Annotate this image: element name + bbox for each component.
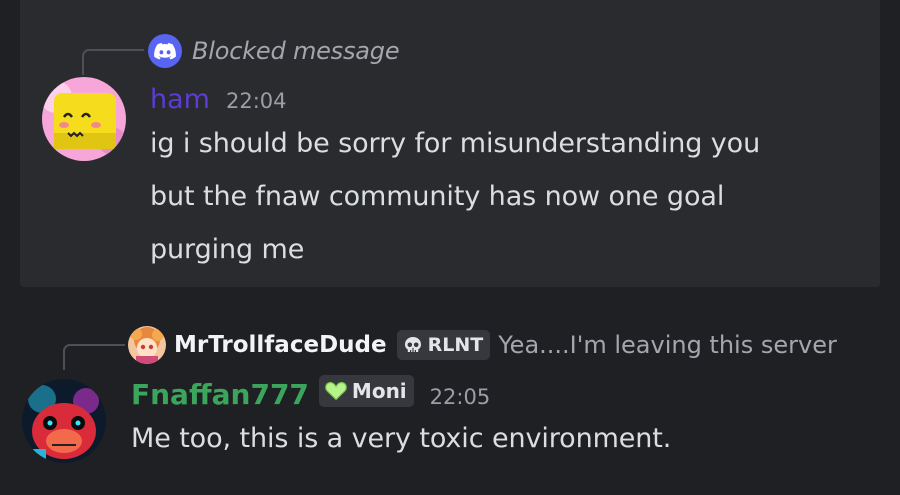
discord-logo-icon (148, 34, 182, 68)
avatar-ham[interactable] (42, 77, 126, 161)
reply-username[interactable]: MrTrollfaceDude (174, 332, 387, 358)
avatar-mrtrollfacedude (128, 326, 166, 364)
reply-connector (63, 344, 125, 370)
blocked-message-reply[interactable]: Blocked message (148, 31, 400, 71)
username-ham[interactable]: ham (150, 84, 210, 115)
message-text: Me too, this is a very toxic environment… (131, 423, 672, 454)
message-text-line-3: purging me (150, 234, 305, 265)
message-header: Fnaffan777 Moni 22:05 (131, 375, 491, 411)
message-header: ham 22:04 (150, 84, 287, 115)
reply-connector (82, 49, 144, 75)
guild-tag-label: RLNT (427, 334, 484, 356)
chat-view: Blocked message ham 22:04 ig i should be… (0, 0, 900, 495)
guild-tag-rlnt[interactable]: RLNT (396, 330, 491, 360)
timestamp: 22:05 (429, 385, 491, 409)
message-text-line-1: ig i should be sorry for misunderstandin… (150, 128, 761, 159)
message-text-line-2: but the fnaw community has now one goal (150, 181, 725, 212)
avatar-fnaffan777[interactable] (22, 379, 106, 463)
green-heart-icon (325, 381, 347, 401)
skull-icon (403, 336, 423, 354)
blocked-message-label: Blocked message (192, 37, 400, 65)
replied-message-preview[interactable]: MrTrollfaceDude RLNT Yea....I'm leaving … (128, 325, 837, 365)
reply-preview-text: Yea....I'm leaving this server (498, 331, 837, 359)
guild-tag-moni[interactable]: Moni (318, 375, 414, 407)
username-fnaffan777[interactable]: Fnaffan777 (131, 378, 309, 411)
timestamp: 22:04 (225, 89, 287, 113)
guild-tag-label: Moni (351, 379, 407, 403)
